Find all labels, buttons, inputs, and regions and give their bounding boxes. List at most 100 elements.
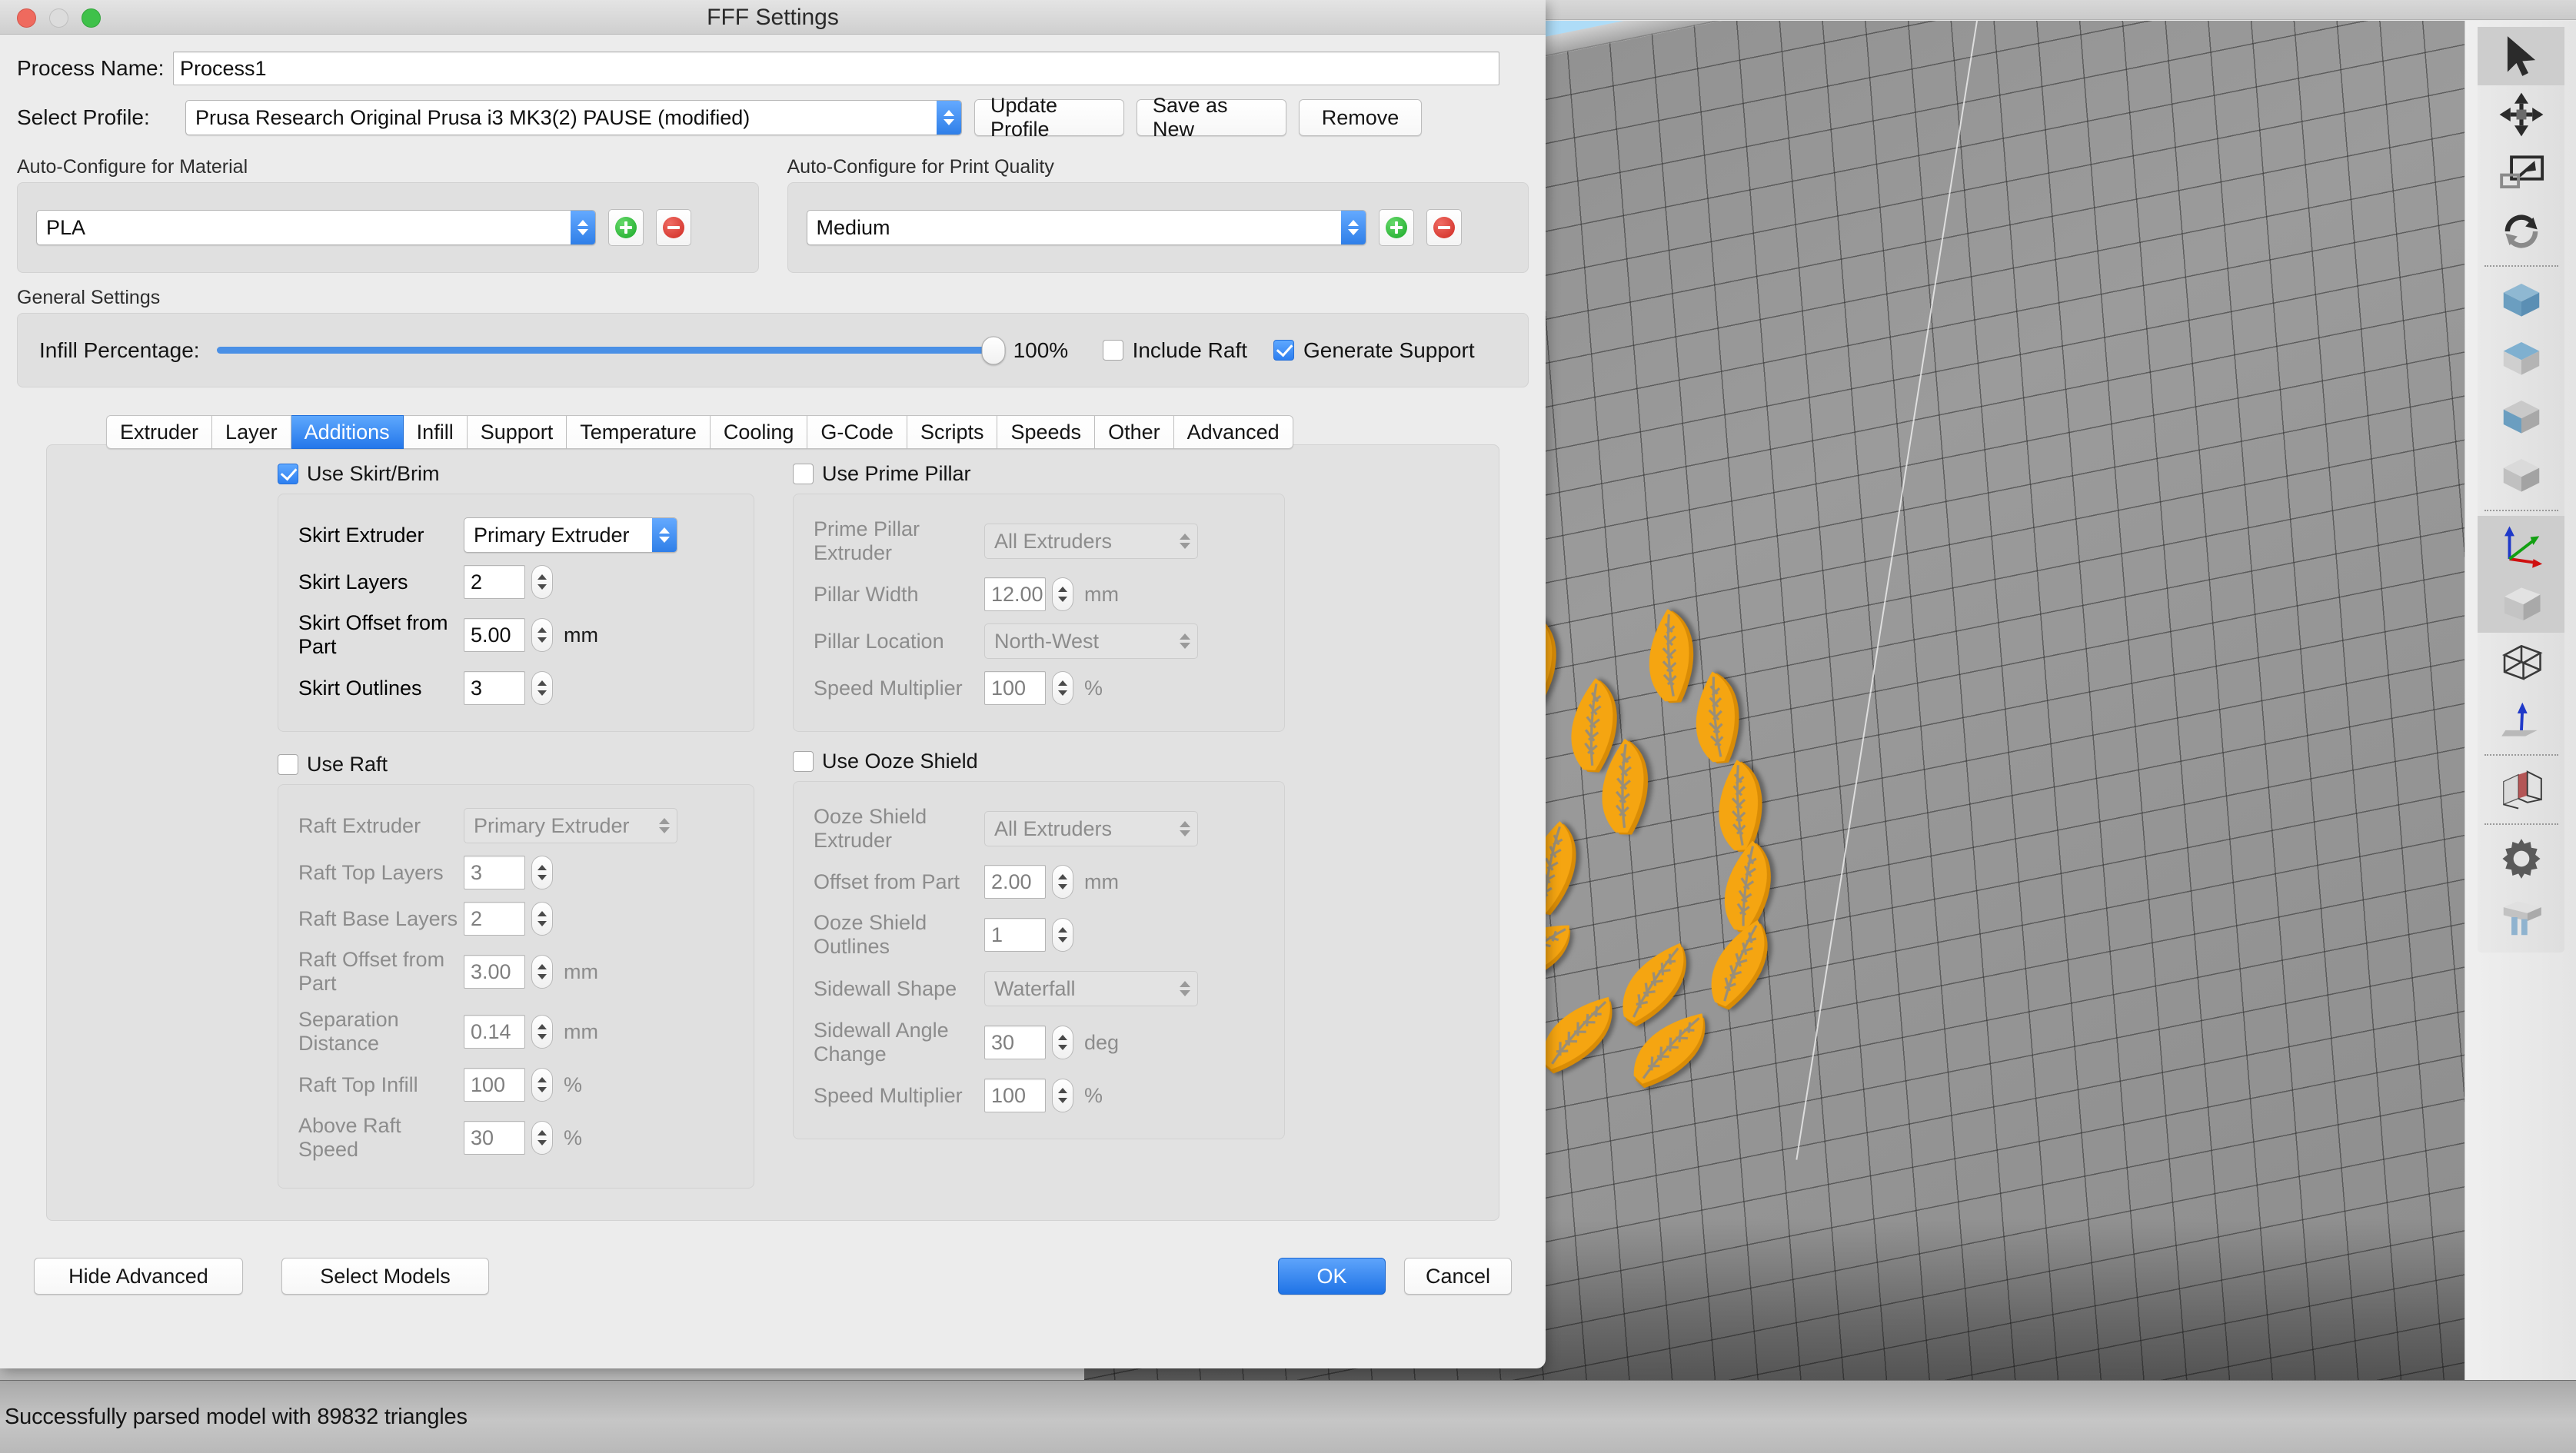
view-solid-front-blue-button[interactable]: [2478, 388, 2564, 447]
field-unit: mm: [564, 960, 598, 984]
select-models-button[interactable]: Select Models: [281, 1258, 489, 1295]
tab-temperature[interactable]: Temperature: [567, 415, 711, 449]
stepper-control: [1052, 577, 1073, 611]
field-row: Offset from Part2.00mm: [814, 865, 1264, 899]
tab-g-code[interactable]: G-Code: [807, 415, 907, 449]
use-prime-pillar-row[interactable]: Use Prime Pillar: [793, 462, 1285, 486]
cursor-arrow-icon: [2498, 32, 2545, 80]
skirt-layers-input[interactable]: 2: [464, 565, 525, 599]
skirt-outlines-input[interactable]: 3: [464, 671, 525, 705]
supports-button[interactable]: [2478, 888, 2564, 946]
tab-scripts[interactable]: Scripts: [907, 415, 998, 449]
include-raft-checkbox-row[interactable]: Include Raft: [1103, 338, 1247, 363]
use-skirt-brim-row[interactable]: Use Skirt/Brim: [278, 462, 754, 486]
tab-advanced[interactable]: Advanced: [1174, 415, 1293, 449]
add-quality-button[interactable]: [1379, 209, 1414, 246]
dialog-body: Process Name: Process1 Select Profile: P…: [0, 52, 1546, 1295]
zoom-window-tool-button[interactable]: [2478, 144, 2564, 202]
tab-label: Speeds: [1010, 421, 1081, 444]
tab-label: Cooling: [724, 421, 794, 444]
add-material-button[interactable]: [608, 209, 644, 246]
use-raft-checkbox[interactable]: [278, 754, 298, 775]
save-as-new-button[interactable]: Save as New: [1137, 99, 1286, 136]
chevron-updown-icon: [1173, 972, 1197, 1006]
show-normals-button[interactable]: [2478, 691, 2564, 750]
settings-button[interactable]: [2478, 830, 2564, 888]
skirt-extruder-popup[interactable]: Primary Extruder: [464, 517, 677, 553]
view-solid-gray-button[interactable]: [2478, 447, 2564, 505]
cross-section-button[interactable]: [2478, 760, 2564, 819]
skirt-offset-from-part-input[interactable]: 5.00: [464, 618, 525, 652]
application-root: Successfully parsed model with 89832 tri…: [0, 0, 2576, 1453]
tab-additions[interactable]: Additions: [291, 415, 404, 449]
material-popup[interactable]: PLA: [36, 210, 596, 245]
tab-speeds[interactable]: Speeds: [997, 415, 1095, 449]
toolbar-separator: [2478, 505, 2564, 516]
raft-section: Use Raft Raft ExtruderPrimary ExtruderRa…: [278, 753, 754, 1189]
infill-slider-thumb[interactable]: [981, 336, 1005, 364]
field-label: Speed Multiplier: [814, 677, 984, 700]
process-name-input[interactable]: Process1: [173, 52, 1499, 85]
field-label: Raft Base Layers: [298, 907, 464, 931]
view-solid-gray-top-button[interactable]: [2478, 330, 2564, 388]
tab-infill[interactable]: Infill: [404, 415, 468, 449]
use-prime-pillar-checkbox[interactable]: [793, 464, 814, 484]
pan-tool-button[interactable]: [2478, 85, 2564, 144]
stepper-control[interactable]: [531, 565, 553, 599]
field-label: Ooze Shield Extruder: [814, 805, 984, 853]
ok-button[interactable]: OK: [1278, 1258, 1386, 1295]
field-label: Skirt Outlines: [298, 677, 464, 700]
include-raft-checkbox[interactable]: [1103, 340, 1123, 361]
field-row: Above Raft Speed30%: [298, 1114, 734, 1162]
field-row: Sidewall Angle Change30deg: [814, 1019, 1264, 1066]
tab-layer[interactable]: Layer: [212, 415, 291, 449]
remove-profile-button[interactable]: Remove: [1299, 99, 1422, 136]
generate-support-checkbox-row[interactable]: Generate Support: [1273, 338, 1475, 363]
minus-circle-icon: [1433, 217, 1455, 238]
popup-value: North-West: [994, 630, 1099, 653]
material-value: PLA: [46, 216, 85, 240]
tab-other[interactable]: Other: [1095, 415, 1174, 449]
infill-slider-track[interactable]: [217, 347, 993, 354]
hide-advanced-button[interactable]: Hide Advanced: [34, 1258, 243, 1295]
general-settings-section: General Settings Infill Percentage: 100%…: [17, 287, 1529, 387]
dialog-title: FFF Settings: [0, 0, 1546, 35]
field-label: Above Raft Speed: [298, 1114, 464, 1162]
generate-support-checkbox[interactable]: [1273, 340, 1294, 361]
tab-support[interactable]: Support: [468, 415, 567, 449]
view-solid-blue-button[interactable]: [2478, 271, 2564, 330]
viewport-tool-strip: [2478, 27, 2564, 953]
gear-icon: [2498, 835, 2545, 883]
use-skirt-brim-checkbox[interactable]: [278, 464, 298, 484]
dialog-titlebar[interactable]: FFF Settings: [0, 0, 1546, 35]
rotate-tool-button[interactable]: [2478, 202, 2564, 261]
field-row: Speed Multiplier100%: [814, 671, 1264, 705]
use-ooze-shield-checkbox[interactable]: [793, 751, 814, 772]
stepper-control[interactable]: [531, 671, 553, 705]
use-ooze-shield-row[interactable]: Use Ooze Shield: [793, 750, 1285, 773]
remove-material-button[interactable]: [656, 209, 691, 246]
show-model-wireframe-button[interactable]: [2478, 633, 2564, 691]
select-tool-button[interactable]: [2478, 27, 2564, 85]
tab-cooling[interactable]: Cooling: [711, 415, 808, 449]
stepper-control: [531, 1015, 553, 1049]
select-profile-popup[interactable]: Prusa Research Original Prusa i3 MK3(2) …: [185, 100, 962, 135]
viewport-tool-rail: [2465, 21, 2576, 1380]
show-model-solid-button[interactable]: [2478, 574, 2564, 633]
speed-multiplier-input: 100: [984, 1079, 1046, 1112]
above-raft-speed-input: 30: [464, 1121, 525, 1155]
use-raft-row[interactable]: Use Raft: [278, 753, 754, 776]
update-profile-button[interactable]: Update Profile: [974, 99, 1124, 136]
raft-group: Raft ExtruderPrimary ExtruderRaft Top La…: [278, 784, 754, 1189]
field-row: Speed Multiplier100%: [814, 1079, 1264, 1112]
stepper-control[interactable]: [531, 618, 553, 652]
cancel-button[interactable]: Cancel: [1404, 1258, 1512, 1295]
show-axes-button[interactable]: [2478, 516, 2564, 574]
raft-top-layers-input: 3: [464, 856, 525, 889]
pillar-width-input: 12.00: [984, 577, 1046, 611]
remove-quality-button[interactable]: [1426, 209, 1462, 246]
infill-slider[interactable]: [217, 347, 993, 354]
quality-popup[interactable]: Medium: [807, 210, 1366, 245]
tab-extruder[interactable]: Extruder: [106, 415, 212, 449]
stepper-control: [531, 1121, 553, 1155]
